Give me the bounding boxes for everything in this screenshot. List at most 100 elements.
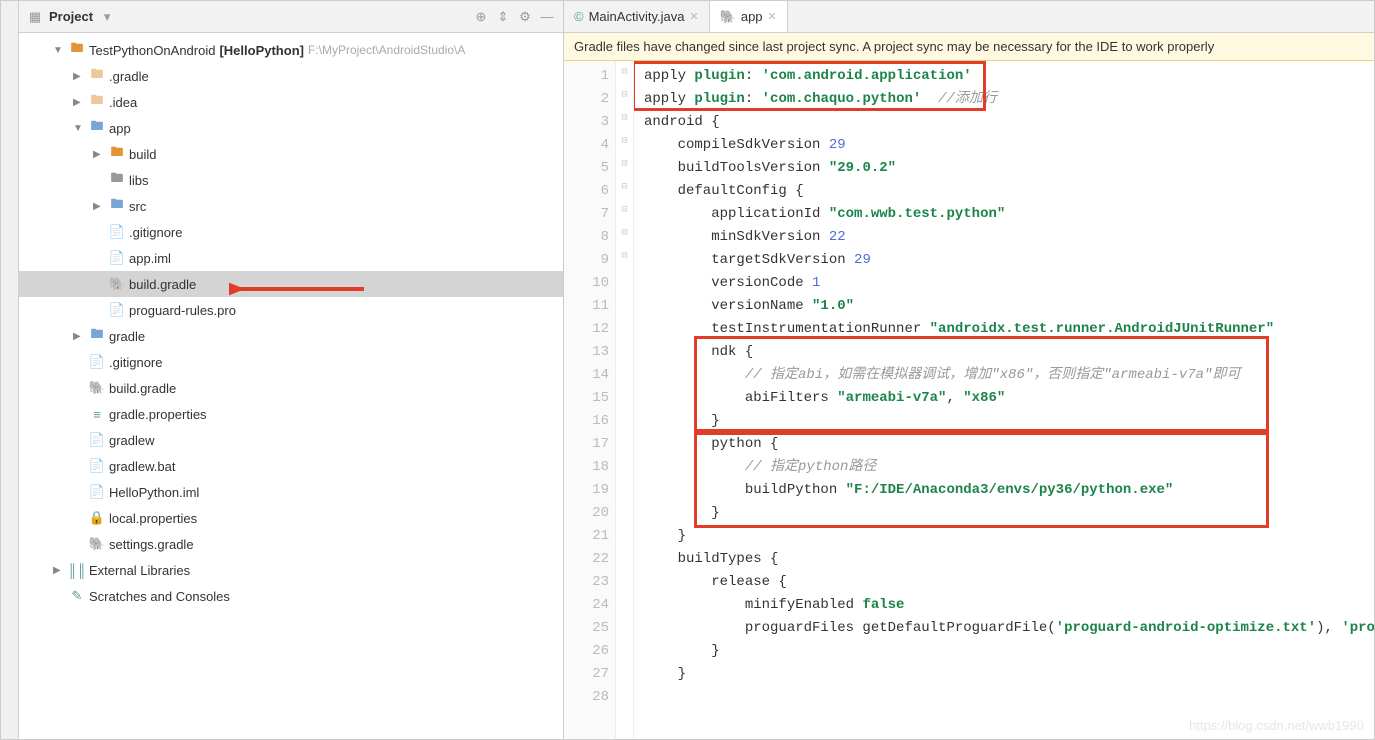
tree-label: External Libraries (89, 563, 190, 578)
scratch-icon: ✎ (69, 588, 85, 604)
tree-node-proguard-rules-pro[interactable]: 📄 proguard-rules.pro (19, 297, 563, 323)
code-line-19[interactable]: buildPython "F:/IDE/Anaconda3/envs/py36/… (644, 479, 1364, 502)
code-line-11[interactable]: versionName "1.0" (644, 295, 1364, 318)
code-line-1[interactable]: apply plugin: 'com.android.application' (644, 65, 1364, 88)
code-line-27[interactable]: } (644, 663, 1364, 686)
code-line-26[interactable]: } (644, 640, 1364, 663)
tree-label: src (129, 199, 146, 214)
tab-label: app (741, 9, 763, 24)
file-icon: 📄 (109, 250, 125, 266)
tree-label: .idea (109, 95, 137, 110)
folder-icon: 🖿 (69, 42, 85, 58)
code-line-7[interactable]: applicationId "com.wwb.test.python" (644, 203, 1364, 226)
code-line-9[interactable]: targetSdkVersion 29 (644, 249, 1364, 272)
editor-area: ©MainActivity.java✕🐘app✕ Gradle files ha… (564, 1, 1374, 739)
tree-arrow[interactable]: ▼ (53, 45, 65, 56)
code-line-23[interactable]: release { (644, 571, 1364, 594)
folder-icon: 🖿 (109, 146, 125, 162)
tree-node-build-gradle[interactable]: 🐘 build.gradle (19, 375, 563, 401)
code-line-4[interactable]: compileSdkVersion 29 (644, 134, 1364, 157)
chevron-down-icon[interactable]: ▾ (99, 9, 115, 25)
tree-node-testpythononandroid[interactable]: ▼🖿 TestPythonOnAndroid [HelloPython] F:\… (19, 37, 563, 63)
fold-toggle[interactable]: ⊟ (616, 245, 633, 268)
tree-node-gradle[interactable]: ▶🖿 gradle (19, 323, 563, 349)
fold-toggle[interactable]: ⊟ (616, 176, 633, 199)
code-line-14[interactable]: // 指定abi，如需在模拟器调试，增加"x86"，否则指定"armeabi-v… (644, 364, 1364, 387)
tree-node-app[interactable]: ▼🖿 app (19, 115, 563, 141)
code-line-16[interactable]: } (644, 410, 1364, 433)
code-line-15[interactable]: abiFilters "armeabi-v7a", "x86" (644, 387, 1364, 410)
tab-mainactivity-java[interactable]: ©MainActivity.java✕ (564, 1, 710, 32)
code-line-28[interactable] (644, 686, 1364, 709)
tree-node--gitignore[interactable]: 📄 .gitignore (19, 219, 563, 245)
fold-toggle[interactable]: ⊟ (616, 107, 633, 130)
tool-window-strip[interactable] (1, 1, 19, 739)
code-line-20[interactable]: } (644, 502, 1364, 525)
code-line-24[interactable]: minifyEnabled false (644, 594, 1364, 617)
code-line-8[interactable]: minSdkVersion 22 (644, 226, 1364, 249)
tree-label: proguard-rules.pro (129, 303, 236, 318)
fold-toggle[interactable]: ⊟ (616, 84, 633, 107)
close-icon[interactable]: ✕ (768, 10, 777, 23)
folder-icon: 🖿 (109, 172, 125, 188)
fold-toggle[interactable]: ⊟ (616, 199, 633, 222)
project-tree[interactable]: ▼🖿 TestPythonOnAndroid [HelloPython] F:\… (19, 33, 563, 739)
tree-arrow[interactable]: ▶ (93, 201, 105, 212)
gradle-icon: 🐘 (89, 536, 105, 552)
code-line-25[interactable]: proguardFiles getDefaultProguardFile('pr… (644, 617, 1364, 640)
collapse-icon[interactable]: ⇕ (495, 9, 511, 25)
code-line-12[interactable]: testInstrumentationRunner "androidx.test… (644, 318, 1364, 341)
code-line-2[interactable]: apply plugin: 'com.chaquo.python' //添加行 (644, 88, 1364, 111)
code-area: 1234567891011121314151617181920212223242… (564, 61, 1374, 739)
code-line-6[interactable]: defaultConfig { (644, 180, 1364, 203)
tree-arrow[interactable]: ▶ (73, 71, 85, 82)
tree-label: gradle.properties (109, 407, 207, 422)
line-gutter[interactable]: 1234567891011121314151617181920212223242… (564, 61, 616, 739)
tree-node-app-iml[interactable]: 📄 app.iml (19, 245, 563, 271)
gear-icon[interactable]: ⚙ (517, 9, 533, 25)
code-line-22[interactable]: buildTypes { (644, 548, 1364, 571)
code-line-18[interactable]: // 指定python路径 (644, 456, 1364, 479)
tree-node-libs[interactable]: 🖿 libs (19, 167, 563, 193)
code-line-3[interactable]: android { (644, 111, 1364, 134)
tree-node-gradlew-bat[interactable]: 📄 gradlew.bat (19, 453, 563, 479)
fold-toggle[interactable]: ⊟ (616, 222, 633, 245)
gradle-icon: 🐘 (89, 380, 105, 396)
code-line-13[interactable]: ndk { (644, 341, 1364, 364)
fold-gutter[interactable]: ⊟⊟⊟⊟⊟⊟⊟⊟⊟ (616, 61, 634, 739)
tree-node--gitignore[interactable]: 📄 .gitignore (19, 349, 563, 375)
tree-label: gradlew.bat (109, 459, 176, 474)
fold-toggle[interactable]: ⊟ (616, 153, 633, 176)
tree-arrow[interactable]: ▶ (93, 149, 105, 160)
sync-banner[interactable]: Gradle files have changed since last pro… (564, 33, 1374, 61)
tree-node-build[interactable]: ▶🖿 build (19, 141, 563, 167)
close-icon[interactable]: ✕ (689, 10, 698, 23)
fold-toggle[interactable]: ⊟ (616, 130, 633, 153)
tree-node-external-libraries[interactable]: ▶║║ External Libraries (19, 557, 563, 583)
tree-node-src[interactable]: ▶🖿 src (19, 193, 563, 219)
hide-icon[interactable]: — (539, 9, 555, 25)
tree-arrow[interactable]: ▶ (53, 565, 65, 576)
code-line-21[interactable]: } (644, 525, 1364, 548)
tab-app[interactable]: 🐘app✕ (710, 1, 788, 32)
code-editor[interactable]: apply plugin: 'com.android.application'a… (634, 61, 1374, 739)
tree-node-gradle-properties[interactable]: ≡ gradle.properties (19, 401, 563, 427)
tree-node-hellopython-iml[interactable]: 📄 HelloPython.iml (19, 479, 563, 505)
code-line-17[interactable]: python { (644, 433, 1364, 456)
lock-icon: 🔒 (89, 510, 105, 526)
target-icon[interactable]: ⊕ (473, 9, 489, 25)
fold-toggle[interactable]: ⊟ (616, 61, 633, 84)
project-header: ▦ Project ▾ ⊕ ⇕ ⚙ — (19, 1, 563, 33)
gradle-icon: 🐘 (109, 276, 125, 292)
tree-arrow[interactable]: ▼ (73, 123, 85, 134)
code-line-10[interactable]: versionCode 1 (644, 272, 1364, 295)
tree-node-local-properties[interactable]: 🔒 local.properties (19, 505, 563, 531)
tree-arrow[interactable]: ▶ (73, 331, 85, 342)
code-line-5[interactable]: buildToolsVersion "29.0.2" (644, 157, 1364, 180)
tree-node--idea[interactable]: ▶🖿 .idea (19, 89, 563, 115)
tree-node--gradle[interactable]: ▶🖿 .gradle (19, 63, 563, 89)
tree-node-gradlew[interactable]: 📄 gradlew (19, 427, 563, 453)
tree-node-scratches-and-consoles[interactable]: ✎ Scratches and Consoles (19, 583, 563, 609)
tree-arrow[interactable]: ▶ (73, 97, 85, 108)
tree-node-settings-gradle[interactable]: 🐘 settings.gradle (19, 531, 563, 557)
